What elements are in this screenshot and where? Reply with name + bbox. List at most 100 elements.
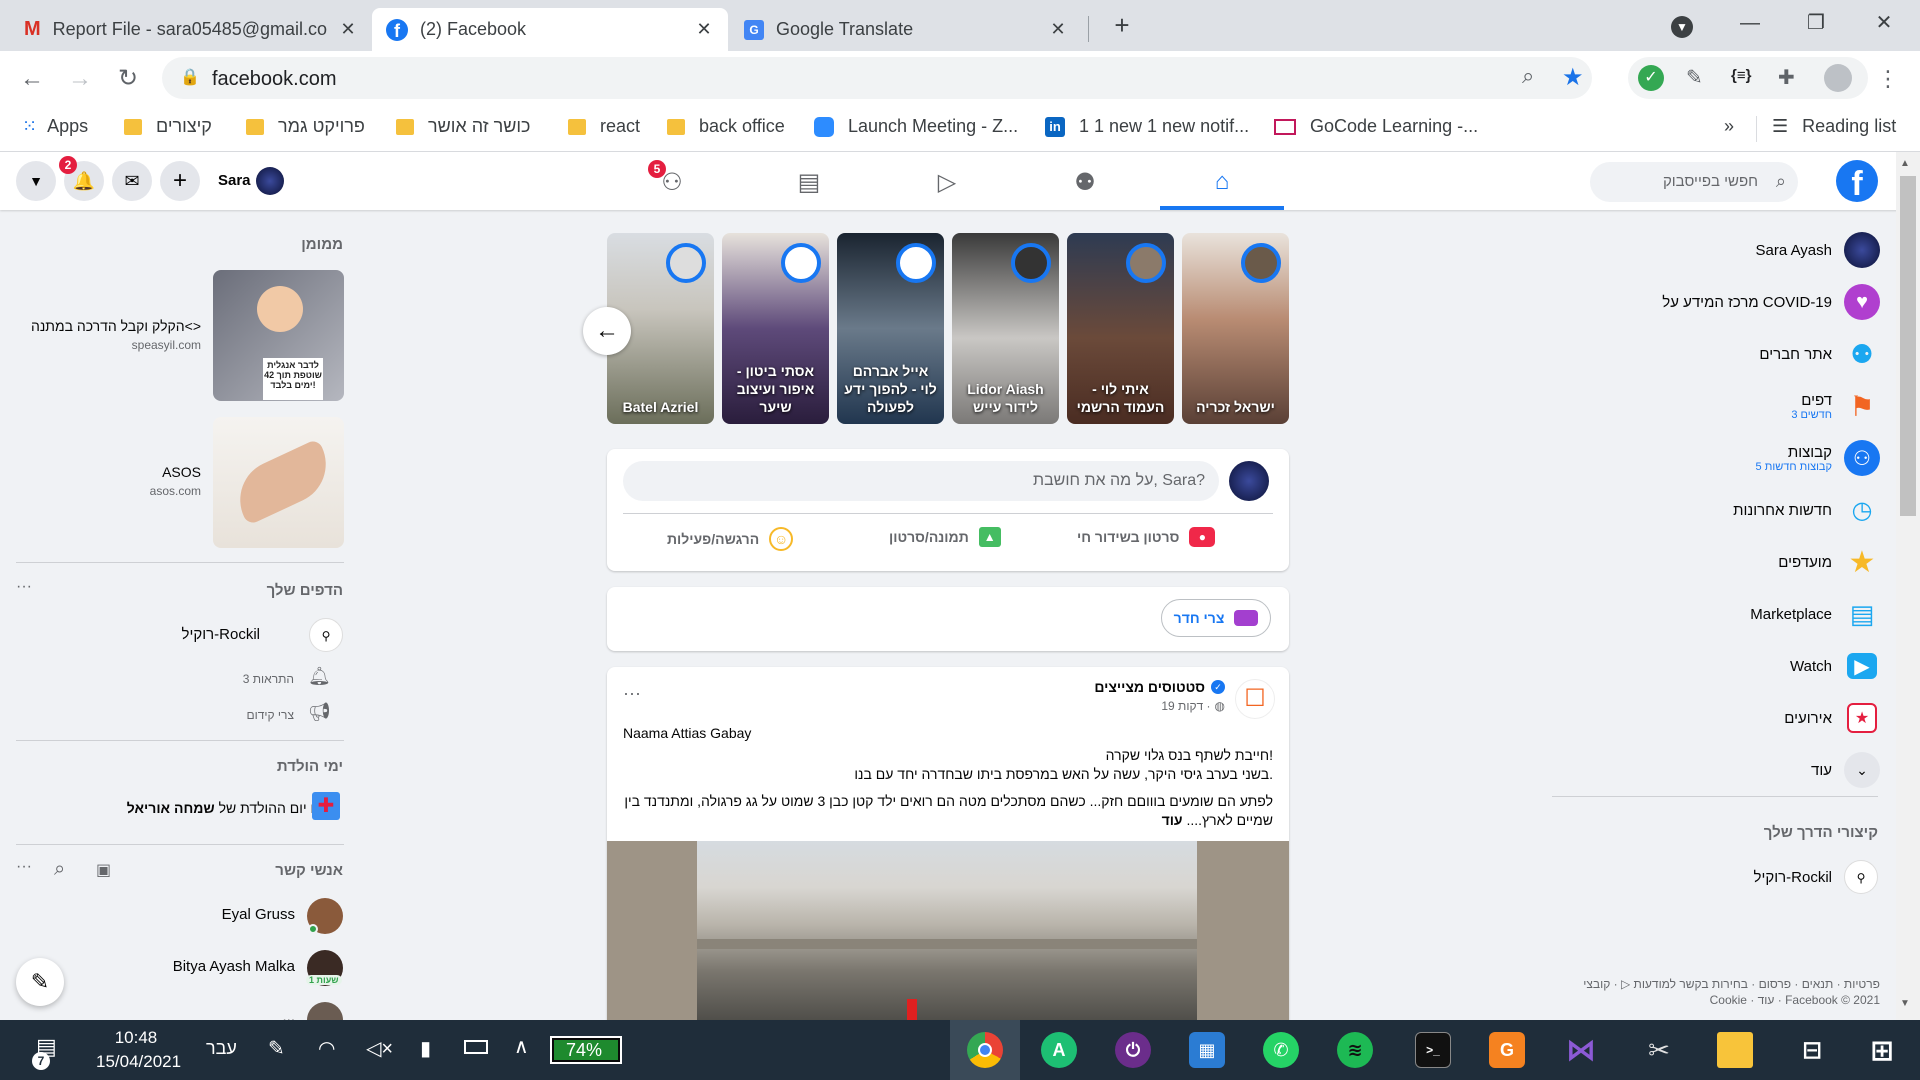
tab-gmail[interactable]: M Report File - sara05485@gmail.co ✕ xyxy=(10,8,372,51)
chrome-taskbar-icon[interactable] xyxy=(967,1032,1003,1068)
spotify-taskbar-icon[interactable]: ≋ xyxy=(1337,1032,1373,1068)
ad-title[interactable]: ASOS xyxy=(162,464,201,480)
profile-name-short[interactable]: Sara xyxy=(218,172,251,189)
contact-name[interactable]: Eyal Gruss xyxy=(222,906,295,923)
search-icon[interactable]: ⌕ xyxy=(54,858,65,881)
marketplace-nav-icon[interactable]: ▤ xyxy=(754,160,864,204)
terminal-taskbar-icon[interactable]: >_ xyxy=(1415,1032,1451,1068)
bookmark-gocode[interactable]: GoCode Learning -... xyxy=(1274,116,1478,137)
nav-watch[interactable]: Watch ▶ xyxy=(1790,646,1880,686)
new-tab-icon[interactable]: + xyxy=(1102,10,1142,40)
watch-nav-icon[interactable]: ▷ xyxy=(892,160,1002,204)
search-input[interactable]: חפשי בפייסבוק ⌕ xyxy=(1590,162,1798,202)
story-card[interactable]: Lidor Aiash לידור עייש xyxy=(952,233,1059,424)
nav-events[interactable]: אירועים ★ xyxy=(1784,698,1880,738)
groups-nav-icon[interactable]: ⚇ xyxy=(617,160,727,204)
bookmark-folder[interactable]: react xyxy=(568,116,640,137)
tab-search-icon[interactable]: ▼ xyxy=(1662,10,1702,40)
new-message-icon[interactable]: ✎ xyxy=(16,958,64,1006)
post-time[interactable]: 19 דקות · xyxy=(1161,699,1210,713)
story-card[interactable]: אייל אברהם לוי - להפוך ידע לפעולה xyxy=(837,233,944,424)
app-a-taskbar-icon[interactable]: A xyxy=(1041,1032,1077,1068)
json-extension-icon[interactable]: {≡} xyxy=(1731,67,1751,84)
bookmark-folder[interactable]: קיצורים xyxy=(124,116,212,137)
page-scrollbar[interactable]: ▲ ▼ xyxy=(1896,152,1920,1020)
avatar[interactable] xyxy=(256,167,284,195)
more-options-icon[interactable]: ··· xyxy=(16,858,32,876)
nav-favorites[interactable]: מועדפים ★ xyxy=(1778,542,1880,582)
rockil-logo-icon[interactable]: ⚲ xyxy=(309,618,343,652)
account-menu-icon[interactable]: ▼ xyxy=(16,161,56,201)
close-icon[interactable]: ✕ xyxy=(694,19,714,40)
eyedropper-extension-icon[interactable]: ✎ xyxy=(1686,65,1703,90)
nav-covid[interactable]: מרכז המידע על COVID-19 ♥ xyxy=(1662,282,1880,322)
footer-links[interactable]: פרטיות · תנאים · פרסום · בחירות בקשר למו… xyxy=(1583,976,1880,1008)
pdf-app-taskbar-icon[interactable]: G xyxy=(1489,1032,1525,1068)
nav-recent[interactable]: חדשות אחרונות ◷ xyxy=(1733,490,1880,530)
minimize-icon[interactable]: — xyxy=(1730,8,1770,38)
post-image[interactable] xyxy=(607,841,1289,1027)
create-room-button[interactable]: צרי חדר xyxy=(1161,599,1271,637)
avatar[interactable] xyxy=(307,1002,343,1020)
microphone-icon[interactable]: ▮ xyxy=(420,1036,431,1061)
nav-marketplace[interactable]: Marketplace ▤ xyxy=(1750,594,1880,634)
nav-profile[interactable]: Sara Ayash xyxy=(1756,230,1880,270)
ad-image-english[interactable]: לדבר אנגלית שוטפת תוך 42 ימים בלבד! xyxy=(213,270,344,401)
pen-icon[interactable]: ✎ xyxy=(268,1036,285,1061)
page-notifications[interactable]: 3 התראות xyxy=(243,672,294,686)
bookmark-apps[interactable]: ⁙ Apps xyxy=(22,116,88,137)
contact-name[interactable]: Bitya Ayash Malka xyxy=(173,958,295,975)
facebook-logo-icon[interactable]: f xyxy=(1836,160,1878,203)
tab-facebook[interactable]: f (2) Facebook ✕ xyxy=(372,8,728,51)
scroll-up-icon[interactable]: ▲ xyxy=(1900,158,1910,169)
battery-meter[interactable]: 74% xyxy=(550,1036,622,1064)
stories-prev-icon[interactable]: ← xyxy=(583,307,631,355)
composer-input[interactable]: על מה את חושבת, Sara? xyxy=(623,461,1219,501)
nav-pages[interactable]: דפים 3 חדשים ⚑ xyxy=(1791,386,1880,426)
bookmark-folder[interactable]: פרויקט גמר xyxy=(246,116,365,137)
close-icon[interactable]: ✕ xyxy=(338,19,358,40)
ad-title[interactable]: הקלק וקבל הדרכה במתנה<> xyxy=(1,318,201,334)
ad-image-asos[interactable] xyxy=(213,417,344,548)
create-plus-icon[interactable]: + xyxy=(160,161,200,201)
shortcut-rockil[interactable]: רוקיל-Rockil ⚲ xyxy=(1754,860,1878,894)
forward-icon[interactable]: → xyxy=(64,63,96,95)
clock[interactable]: 10:48 15/04/2021 xyxy=(96,1026,181,1074)
home-nav-icon[interactable]: ⌂ xyxy=(1167,160,1277,204)
bookmark-star-icon[interactable]: ★ xyxy=(1562,63,1584,92)
tab-google-translate[interactable]: G Google Translate ✕ xyxy=(730,8,1082,51)
tray-chevron-icon[interactable]: ∧ xyxy=(514,1034,529,1059)
scrollbar-thumb[interactable] xyxy=(1900,176,1916,516)
profile-avatar-icon[interactable] xyxy=(1824,64,1852,92)
birthday-text[interactable]: היום יום ההולדת של שמחה אוריאל. xyxy=(127,800,340,816)
snipping-tool-taskbar-icon[interactable]: ✂ xyxy=(1641,1032,1677,1068)
zoom-icon[interactable]: ⌕ xyxy=(1522,63,1534,89)
visual-studio-taskbar-icon[interactable]: ⋈ xyxy=(1563,1032,1599,1068)
back-icon[interactable]: ← xyxy=(16,63,48,95)
more-options-icon[interactable]: ··· xyxy=(16,578,32,596)
page-promote[interactable]: צרי קידום xyxy=(246,708,294,722)
file-explorer-taskbar-icon[interactable] xyxy=(1717,1032,1753,1068)
story-card[interactable]: ישראל זכריה xyxy=(1182,233,1289,424)
bookmarks-more[interactable]: » xyxy=(1724,116,1734,137)
scroll-down-icon[interactable]: ▼ xyxy=(1900,998,1910,1009)
friends-nav-icon[interactable]: ⚉ xyxy=(1030,160,1140,204)
live-video-button[interactable]: סרטון בשידור חי ● xyxy=(1077,527,1216,547)
bookmark-linkedin[interactable]: in 1 1 new 1 new notif... xyxy=(1045,116,1249,137)
windows-start-icon[interactable]: ⊞ xyxy=(1864,1032,1900,1068)
nav-more[interactable]: עוד ⌄ xyxy=(1811,750,1880,790)
bookmark-zoom[interactable]: Launch Meeting - Z... xyxy=(814,116,1018,137)
window-close-icon[interactable]: ✕ xyxy=(1864,8,1904,38)
whatsapp-taskbar-icon[interactable]: ✆ xyxy=(1263,1032,1299,1068)
post-options-icon[interactable]: ··· xyxy=(623,683,641,704)
reading-list[interactable]: ☰ Reading list xyxy=(1772,116,1896,137)
nav-groups[interactable]: קבוצות 5 קבוצות חדשות ⚇ xyxy=(1756,438,1880,478)
check-extension-icon[interactable]: ✓ xyxy=(1638,65,1664,91)
story-card[interactable]: איתי לוי - העמוד הרשמי xyxy=(1067,233,1174,424)
language-indicator[interactable]: עבר xyxy=(206,1038,237,1059)
nav-friends[interactable]: אתר חברים ⚉ xyxy=(1759,334,1880,374)
puzzle-icon[interactable]: ✚ xyxy=(1778,65,1795,90)
messenger-icon[interactable]: ✉ xyxy=(112,161,152,201)
omnibox[interactable]: 🔒 facebook.com ⌕ ★ xyxy=(162,57,1592,99)
battery-icon[interactable] xyxy=(464,1040,488,1054)
